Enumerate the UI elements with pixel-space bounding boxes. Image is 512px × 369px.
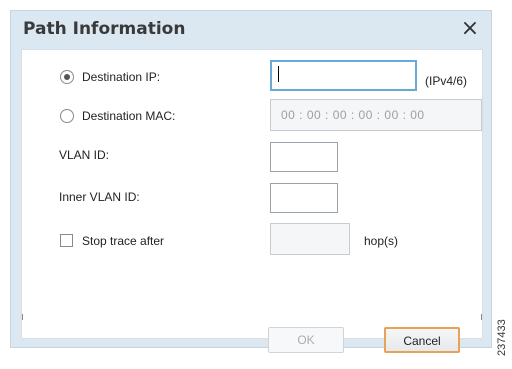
dialog-content-panel: Destination IP: (IPv4/6) Destination MAC… <box>21 49 483 353</box>
destination-ip-label: Destination IP: <box>82 70 161 84</box>
inner-vlan-id-label: Inner VLAN ID: <box>59 190 140 204</box>
figure-code: 237433 <box>496 319 508 356</box>
vlan-id-label: VLAN ID: <box>59 148 110 162</box>
close-icon[interactable]: × <box>457 16 483 42</box>
hop-count-input[interactable] <box>270 223 350 255</box>
ok-button[interactable]: OK <box>268 327 344 353</box>
stop-trace-checkbox[interactable] <box>60 234 73 247</box>
cancel-button[interactable]: Cancel <box>384 327 460 353</box>
panel-tick-left <box>22 314 23 320</box>
text-caret <box>278 66 279 82</box>
inner-vlan-id-input[interactable] <box>270 183 338 213</box>
dialog-titlebar: Path Information × <box>11 11 491 49</box>
destination-mac-radio[interactable] <box>60 109 74 123</box>
stop-trace-label: Stop trace after <box>82 234 165 248</box>
panel-tick-right <box>481 314 482 320</box>
destination-ip-input[interactable] <box>270 60 417 91</box>
vlan-id-input[interactable] <box>270 142 338 172</box>
ip-version-hint: (IPv4/6) <box>425 74 468 88</box>
destination-ip-radio[interactable] <box>60 70 74 84</box>
destination-mac-label: Destination MAC: <box>82 109 176 123</box>
mac-value: 00 : 00 : 00 : 00 : 00 : 00 <box>281 108 425 122</box>
path-information-dialog: Path Information × Destination IP: (IPv4… <box>10 10 492 353</box>
destination-mac-input[interactable]: 00 : 00 : 00 : 00 : 00 : 00 <box>270 99 482 131</box>
dialog-title: Path Information <box>23 19 186 39</box>
hops-unit-label: hop(s) <box>364 234 399 248</box>
